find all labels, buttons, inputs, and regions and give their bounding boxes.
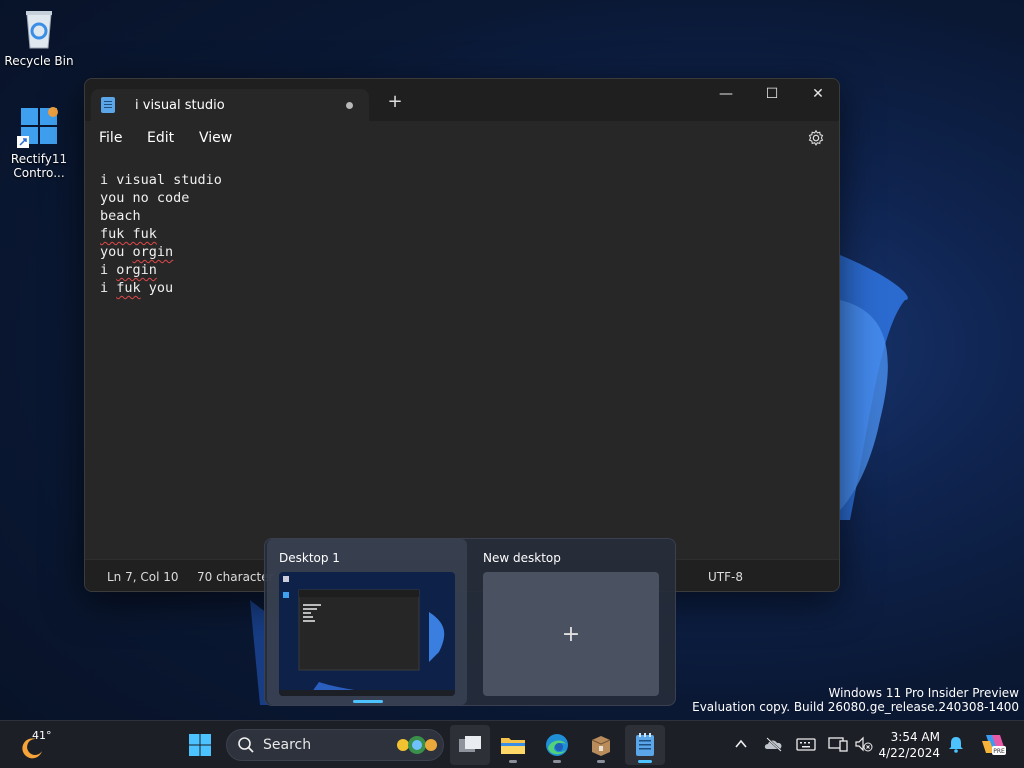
editor-line: fuk fuk	[100, 225, 824, 243]
desktop-1-card[interactable]: Desktop 1	[267, 539, 467, 705]
task-view-flyout: Desktop 1 New desktop +	[264, 538, 676, 706]
text-run: i	[100, 262, 117, 278]
notepad-taskbar-button[interactable]	[625, 725, 665, 765]
clock-time: 3:54 AM	[890, 730, 940, 744]
new-desktop-card[interactable]: New desktop +	[471, 539, 671, 705]
edge-browser-icon	[546, 734, 568, 756]
tab-document[interactable]: i visual studio	[91, 89, 369, 121]
text-run: you	[100, 244, 133, 260]
task-view-icon	[459, 736, 481, 752]
misspelled-word: orgin	[116, 262, 157, 278]
editor-line: i fuk you	[100, 279, 824, 297]
active-desktop-indicator	[353, 700, 383, 703]
running-indicator	[553, 760, 561, 763]
desktop-icon-recycle-bin[interactable]: Recycle Bin	[3, 6, 75, 68]
menu-file[interactable]: File	[99, 130, 122, 146]
desktop-1-thumbnail	[279, 572, 455, 696]
editor-line: i visual studio	[100, 171, 824, 189]
clock-date: 4/22/2024	[878, 746, 940, 760]
editor-line: beach	[100, 207, 824, 225]
recycle-bin-icon	[17, 6, 61, 50]
task-view-button[interactable]	[450, 725, 490, 765]
start-button[interactable]	[180, 725, 220, 765]
folder-icon	[501, 738, 525, 754]
notepad-icon	[101, 97, 115, 113]
new-tab-button[interactable]: +	[385, 93, 405, 113]
taskbar: 41° Search 3:54 AM 4/22/2024 PRE	[0, 720, 1024, 768]
close-button[interactable]: ✕	[795, 79, 839, 111]
watermark-line-1: Windows 11 Pro Insider Preview	[828, 686, 1019, 700]
editor-line: you orgin	[100, 243, 824, 261]
cursor-position: Ln 7, Col 10	[107, 570, 179, 584]
search-icon	[238, 737, 254, 753]
evaluation-watermark: Windows 11 Pro Insider Preview Evaluatio…	[692, 686, 1019, 714]
watermark-line-2: Evaluation copy. Build 26080.ge_release.…	[692, 700, 1019, 714]
active-indicator	[638, 760, 652, 763]
encoding-label[interactable]: UTF-8	[708, 570, 743, 584]
text-editor[interactable]: i visual studio you no code beach fuk fuk yo…	[85, 155, 839, 559]
search-highlight-icon	[397, 736, 437, 754]
search-label: Search	[263, 737, 312, 753]
unsaved-dot-icon[interactable]	[346, 102, 353, 109]
maximize-button[interactable]: ☐	[749, 79, 795, 111]
onedrive-offline-icon[interactable]	[764, 735, 784, 753]
character-count: 70 character	[197, 570, 274, 584]
misspelled-word: fuk	[116, 280, 141, 296]
volume-muted-icon[interactable]	[854, 735, 874, 753]
settings-gear-icon[interactable]	[807, 129, 825, 147]
new-desktop-label: New desktop	[483, 551, 561, 565]
file-explorer-button[interactable]	[493, 725, 533, 765]
text-run: i	[100, 280, 117, 296]
copilot-icon[interactable]: PRE	[980, 731, 1006, 757]
desktop-1-label: Desktop 1	[279, 551, 340, 565]
plus-icon: +	[561, 621, 581, 647]
edge-button[interactable]	[537, 725, 577, 765]
notepad-icon	[636, 733, 654, 756]
text-run: you	[140, 280, 174, 296]
windows-logo-icon	[189, 734, 211, 756]
search-box[interactable]: Search	[226, 729, 444, 761]
running-indicator	[597, 760, 605, 763]
weather-temp: 41°	[32, 729, 52, 742]
minimize-button[interactable]: —	[703, 79, 749, 111]
menu-edit[interactable]: Edit	[147, 130, 174, 146]
tab-title: i visual studio	[135, 97, 225, 113]
running-indicator	[509, 760, 517, 763]
new-desktop-button[interactable]: +	[483, 572, 659, 696]
misspelled-word: orgin	[132, 244, 174, 260]
notification-bell-icon[interactable]	[947, 735, 965, 753]
desktop-icon-rectify11[interactable]: Rectify11 Contro...	[3, 104, 75, 180]
misspelled-word: fuk fuk	[100, 226, 157, 242]
editor-line: i orgin	[100, 261, 824, 279]
control-panel-icon	[17, 104, 61, 148]
pre-badge-text: PRE	[993, 748, 1005, 755]
package-icon	[591, 736, 611, 756]
weather-widget[interactable]: 41°	[18, 729, 58, 761]
network-icon[interactable]	[828, 735, 848, 753]
chevron-up-icon[interactable]	[732, 735, 750, 753]
clock[interactable]: 3:54 AM 4/22/2024	[878, 729, 940, 761]
notepad-window: i visual studio + — ☐ ✕ File Edit View i…	[84, 78, 840, 592]
title-bar[interactable]: i visual studio + — ☐ ✕	[85, 79, 839, 121]
text-run: you no code	[100, 190, 190, 206]
store-button[interactable]	[581, 725, 621, 765]
text-run: beach	[100, 208, 141, 224]
keyboard-icon[interactable]	[796, 735, 816, 753]
menu-view[interactable]: View	[199, 130, 232, 146]
menu-bar: File Edit View	[85, 121, 839, 155]
editor-line: you no code	[100, 189, 824, 207]
text-run: i visual studio	[100, 172, 222, 188]
